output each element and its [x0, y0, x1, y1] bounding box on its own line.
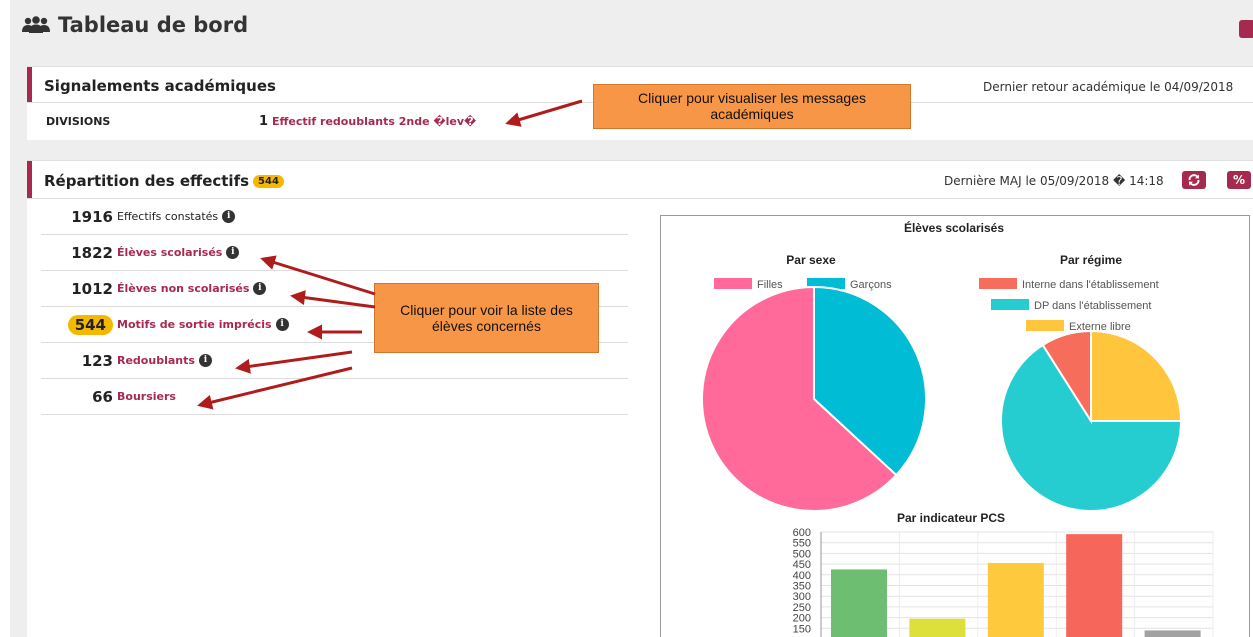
chart-group-title: Élèves scolarisés	[904, 220, 1004, 235]
last-update-text: Dernière MAJ le 05/09/2018 � 14:18	[944, 174, 1164, 188]
stat-value: 1822	[71, 244, 113, 262]
stat-value: 544	[67, 314, 113, 335]
divisions-label: DIVISIONS	[46, 115, 111, 128]
page-header: Tableau de bord	[22, 8, 248, 42]
last-return-text: Dernier retour académique le 04/09/2018	[983, 80, 1234, 94]
legend-label: DP dans l'établissement	[1034, 300, 1151, 312]
pie-title: Par sexe	[786, 253, 836, 267]
stat-link[interactable]: Motifs de sortie imprécis	[117, 318, 272, 331]
eleves-callout: Cliquer pour voir la liste des élèves co…	[374, 283, 599, 353]
stat-row: 66 Boursiers	[41, 379, 628, 415]
effectif-redoublants-link[interactable]: Effectif redoublants 2nde �lev�	[272, 115, 476, 128]
callout-line: académiques	[710, 106, 794, 122]
callout-line: Cliquer pour visualiser les messages	[638, 90, 866, 106]
stat-value: 66	[92, 388, 113, 406]
stat-row: 1916 Effectifs constatés i	[41, 199, 628, 235]
bar	[1144, 630, 1201, 637]
pie-title: Par régime	[1060, 253, 1122, 267]
bar	[1066, 534, 1123, 637]
callout-line: Cliquer pour voir la liste des	[400, 302, 573, 318]
percent-icon[interactable]: %	[1227, 171, 1251, 189]
legend-swatch	[979, 278, 1017, 289]
count-badge: 544	[253, 175, 284, 188]
bar-title: Par indicateur PCS	[897, 511, 1005, 525]
stat-row: 1822 Élèves scolarisés i	[41, 235, 628, 271]
chart-panel: Élèves scolarisés Par sexe Filles Garçons Pa…	[660, 215, 1250, 637]
stat-value: 1916	[71, 208, 113, 226]
info-icon[interactable]: i	[226, 246, 240, 259]
messages-callout: Cliquer pour visualiser les messages aca…	[593, 84, 911, 129]
page-title: Tableau de bord	[58, 13, 249, 37]
legend-swatch	[1026, 320, 1064, 331]
stat-label: Effectifs constatés	[117, 210, 219, 223]
legend-swatch	[991, 299, 1029, 310]
y-tick-label: 150	[793, 623, 811, 635]
exit-icon[interactable]	[1239, 20, 1253, 38]
bar	[909, 618, 966, 637]
legend-swatch	[714, 278, 752, 289]
stat-link[interactable]: Boursiers	[117, 390, 176, 403]
legend-label: Interne dans l'établissement	[1022, 279, 1159, 291]
divisions-count: 1	[259, 114, 269, 129]
legend-label: Filles	[757, 279, 783, 291]
info-icon[interactable]: i	[275, 318, 289, 331]
pie-slice	[1090, 329, 1183, 422]
stat-link[interactable]: Redoublants	[117, 354, 195, 367]
info-icon[interactable]: i	[198, 354, 212, 367]
stat-value: 1012	[71, 280, 113, 298]
legend-label: Garçons	[850, 279, 892, 291]
repartition-panel: Répartition des effectifs 544 Dernière MA…	[27, 160, 1253, 637]
stat-link[interactable]: Élèves scolarisés	[117, 246, 222, 259]
info-icon[interactable]: i	[222, 210, 236, 223]
callout-line: élèves concernés	[432, 318, 541, 334]
repartition-title-text: Répartition des effectifs	[44, 172, 250, 190]
bar	[987, 563, 1044, 637]
info-icon[interactable]: i	[253, 282, 267, 295]
stat-value: 123	[81, 352, 113, 370]
refresh-icon[interactable]	[1182, 171, 1206, 189]
bar	[831, 569, 887, 637]
stat-link[interactable]: Élèves non scolarisés	[117, 282, 249, 295]
repartition-title: Répartition des effectifs 544	[44, 172, 284, 190]
eleves-chart: Élèves scolarisés Par sexeFilles Garçons Pa…	[701, 220, 1214, 637]
signalements-title: Signalements académiques	[44, 77, 276, 95]
users-icon	[22, 16, 50, 33]
